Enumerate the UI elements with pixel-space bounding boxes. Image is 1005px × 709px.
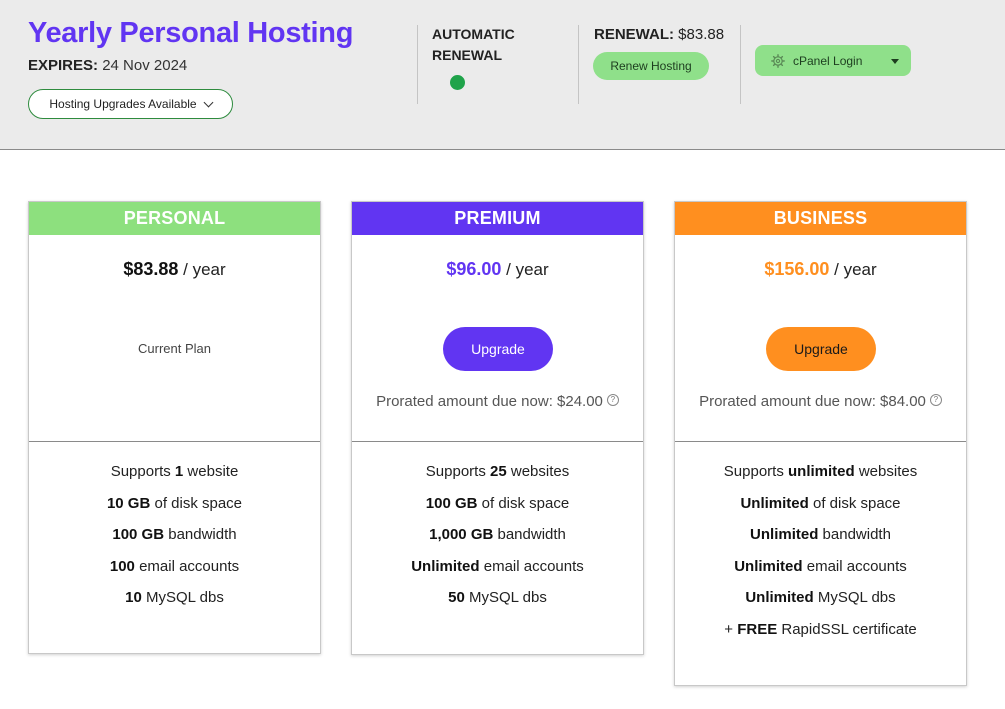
divider — [740, 25, 741, 104]
feature-item: 100 GB bandwidth — [112, 526, 237, 544]
auto-renewal-label-line1: AUTOMATIC — [432, 26, 515, 42]
plan-price: $96.00 / year — [352, 259, 643, 280]
feature-item: 50 MySQL dbs — [448, 589, 547, 607]
feature-item: Unlimited email accounts — [411, 557, 584, 575]
feature-item: Unlimited MySQL dbs — [745, 589, 896, 607]
cpanel-login-label: cPanel Login — [793, 53, 863, 68]
feature-item: Unlimited bandwidth — [750, 526, 891, 544]
renewal-info: RENEWAL: $83.88 — [594, 26, 724, 43]
plan-features: Supports 1 website 10 GB of disk space 1… — [29, 442, 320, 621]
upgrade-premium-button[interactable]: Upgrade — [443, 327, 553, 371]
plan-price: $83.88 / year — [29, 259, 320, 280]
feature-item: 100 GB of disk space — [425, 494, 570, 512]
renew-hosting-button[interactable]: Renew Hosting — [593, 52, 709, 80]
plan-price-period: / year — [506, 260, 549, 279]
expiry-info: EXPIRES: 24 Nov 2024 — [28, 57, 187, 74]
plan-features: Supports unlimited websites Unlimited of… — [675, 442, 966, 653]
account-header: Yearly Personal Hosting EXPIRES: 24 Nov … — [0, 0, 1005, 150]
divider — [578, 25, 579, 104]
plan-pricing: $83.88 / year Current Plan — [29, 235, 320, 442]
auto-renewal-label: AUTOMATIC RENEWAL — [432, 24, 542, 66]
page-title: Yearly Personal Hosting — [28, 17, 354, 49]
plan-pricing: $96.00 / year Upgrade Prorated amount du… — [352, 235, 643, 442]
auto-renewal-status-indicator[interactable] — [450, 75, 465, 90]
hosting-upgrades-label: Hosting Upgrades Available — [49, 97, 197, 111]
plan-price: $156.00 / year — [675, 259, 966, 280]
feature-item: Supports 25 websites — [425, 463, 570, 480]
feature-item: 100 email accounts — [109, 557, 240, 575]
expires-date: 24 Nov 2024 — [102, 57, 188, 74]
chevron-down-icon — [203, 97, 214, 107]
feature-item: + FREE RapidSSL certificate — [724, 620, 917, 638]
prorated-amount-text: Prorated amount due now: $84.00 — [699, 393, 926, 410]
renewal-price: $83.88 — [678, 26, 725, 43]
upgrade-business-button[interactable]: Upgrade — [766, 327, 876, 371]
caret-down-icon[interactable] — [891, 59, 899, 64]
plan-card-premium: PREMIUM $96.00 / year Upgrade Prorated a… — [351, 201, 644, 655]
help-icon[interactable]: ? — [929, 393, 942, 406]
plan-price-amount: $83.88 — [123, 259, 179, 279]
feature-item: Supports unlimited websites — [723, 463, 918, 480]
plan-name: BUSINESS — [675, 202, 966, 235]
renewal-label: RENEWAL: — [594, 26, 674, 43]
plan-price-amount: $96.00 — [446, 259, 502, 279]
expires-label: EXPIRES: — [28, 57, 99, 74]
feature-item: 10 MySQL dbs — [125, 589, 224, 607]
prorated-amount-text: Prorated amount due now: $24.00 — [376, 393, 603, 410]
feature-item: Unlimited email accounts — [734, 557, 907, 575]
hosting-upgrades-dropdown[interactable]: Hosting Upgrades Available — [28, 89, 233, 119]
cpanel-login-button[interactable]: cPanel Login — [755, 45, 911, 76]
feature-item: 1,000 GB bandwidth — [429, 526, 566, 544]
plan-name: PERSONAL — [29, 202, 320, 235]
plan-card-personal: PERSONAL $83.88 / year Current Plan Supp… — [28, 201, 321, 654]
feature-item: Supports 1 website — [110, 463, 239, 480]
prorated-amount: Prorated amount due now: $24.00? — [352, 393, 643, 410]
plan-pricing: $156.00 / year Upgrade Prorated amount d… — [675, 235, 966, 442]
feature-item: 10 GB of disk space — [106, 494, 243, 512]
gear-icon — [771, 53, 785, 68]
divider — [417, 25, 418, 104]
prorated-amount: Prorated amount due now: $84.00? — [675, 393, 966, 410]
plan-features: Supports 25 websites 100 GB of disk spac… — [352, 442, 643, 621]
plan-price-period: / year — [834, 260, 877, 279]
plan-card-business: BUSINESS $156.00 / year Upgrade Prorated… — [674, 201, 967, 686]
current-plan-label: Current Plan — [138, 341, 211, 356]
plan-name: PREMIUM — [352, 202, 643, 235]
help-icon[interactable]: ? — [606, 393, 619, 406]
auto-renewal-label-line2: RENEWAL — [432, 47, 502, 63]
feature-item: Unlimited of disk space — [740, 494, 901, 512]
plan-price-period: / year — [183, 260, 226, 279]
plan-price-amount: $156.00 — [764, 259, 830, 279]
